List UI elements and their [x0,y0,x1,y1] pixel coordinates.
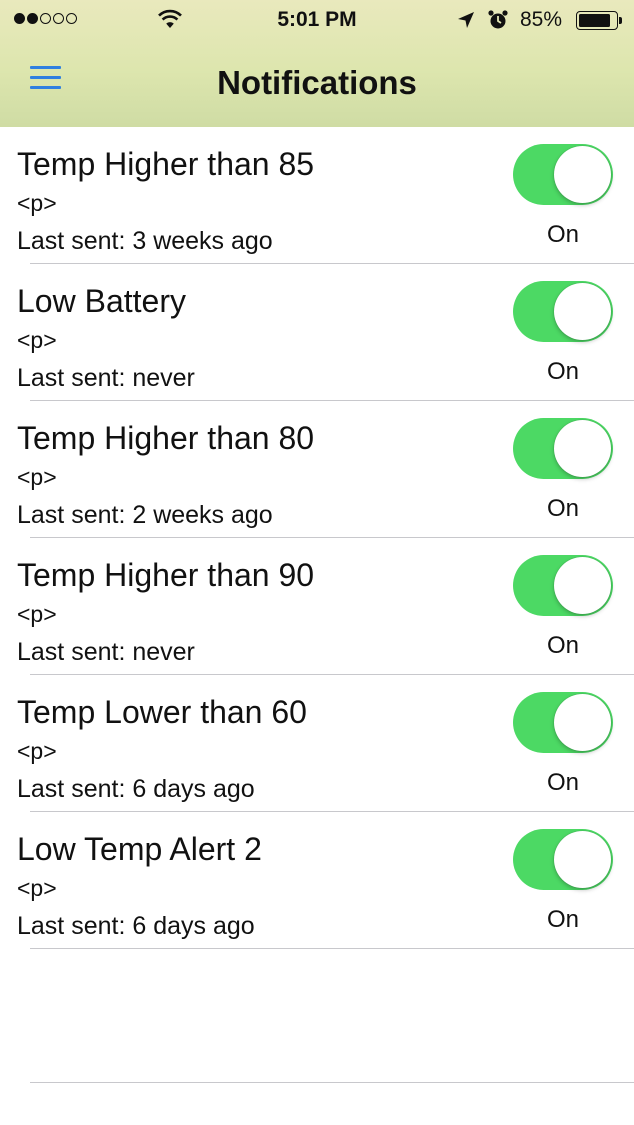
toggle-state-label: On [546,906,579,933]
header-area: 5:01 PM 85% Notifications [0,0,634,127]
notification-title: Low Temp Alert 2 [17,831,262,867]
toggle-state-label: On [546,632,579,659]
notification-subtitle: <p> [17,601,57,627]
toggle-state-label: On [546,221,579,248]
notification-row[interactable]: Temp Lower than 60 <p> Last sent: 6 days a… [0,675,634,812]
notification-row[interactable]: Low Temp Alert 2 <p> Last sent: 6 days ago… [0,812,634,949]
toggle-knob [554,831,611,888]
battery-nub [619,17,622,24]
toggle-knob [554,557,611,614]
alarm-clock-icon [488,10,508,29]
notification-title: Temp Higher than 80 [17,420,315,456]
notification-row[interactable]: Temp Higher than 90 <p> Last sent: never On [0,538,634,675]
notification-title: Temp Lower than 60 [17,694,307,730]
notification-toggle-switch[interactable] [513,692,613,753]
notification-row[interactable]: Temp Higher than 85 <p> Last sent: 3 weeks… [0,127,634,264]
notification-subtitle: <p> [17,875,57,901]
navigation-bar: Notifications [0,40,634,127]
status-bar: 5:01 PM 85% [0,0,634,40]
toggle-state-label: On [546,358,579,385]
notification-last-sent: Last sent: 2 weeks ago [17,501,273,529]
notification-subtitle: <p> [17,738,57,764]
notification-title: Temp Higher than 90 [17,557,315,593]
notification-subtitle: <p> [17,464,57,490]
notification-list: Temp Higher than 85 <p> Last sent: 3 weeks… [0,127,634,949]
notification-last-sent: Last sent: 3 weeks ago [17,227,273,255]
battery-percent: 85% [520,8,563,31]
notification-last-sent: Last sent: 6 days ago [17,775,255,803]
toggle-knob [554,146,611,203]
list-divider [30,1082,634,1083]
notification-subtitle: <p> [17,190,57,216]
notification-last-sent: Last sent: never [17,364,195,392]
toggle-state-label: On [546,495,579,522]
toggle-knob [554,694,611,751]
page-title: Notifications [217,64,417,101]
toggle-knob [554,283,611,340]
notification-title: Temp Higher than 85 [17,146,315,182]
notification-title: Low Battery [17,283,186,319]
battery-fill [579,14,610,27]
notification-toggle-switch[interactable] [513,555,613,616]
notification-last-sent: Last sent: 6 days ago [17,912,255,940]
notification-toggle-switch[interactable] [513,144,613,205]
notification-last-sent: Last sent: never [17,638,195,666]
location-arrow-icon [458,12,474,28]
battery-icon [576,11,618,30]
toggle-state-label: On [546,769,579,796]
notification-row[interactable]: Low Battery <p> Last sent: never On [0,264,634,401]
notification-toggle-switch[interactable] [513,418,613,479]
toggle-knob [554,420,611,477]
notification-row[interactable]: Temp Higher than 80 <p> Last sent: 2 weeks… [0,401,634,538]
notification-subtitle: <p> [17,327,57,353]
notification-toggle-switch[interactable] [513,829,613,890]
notification-toggle-switch[interactable] [513,281,613,342]
